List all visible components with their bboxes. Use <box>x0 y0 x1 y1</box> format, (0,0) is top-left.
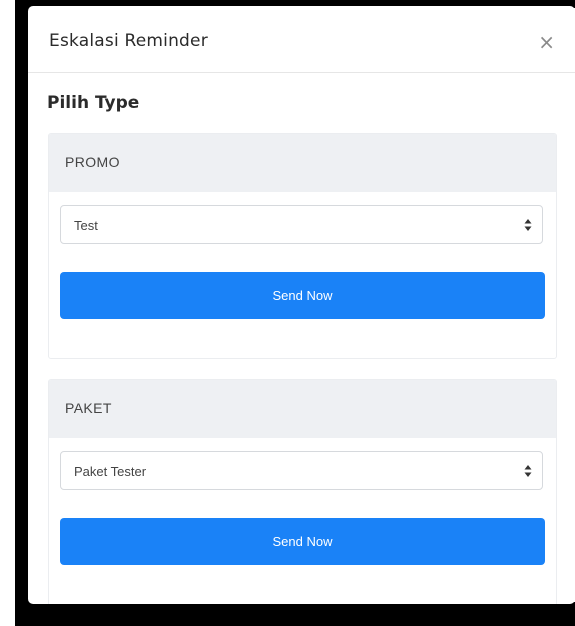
close-icon[interactable]: × <box>538 32 555 52</box>
promo-card: PROMO Test Send Now <box>48 133 557 359</box>
promo-select[interactable]: Test <box>60 205 543 244</box>
promo-select-value: Test <box>74 218 98 233</box>
section-title: Pilih Type <box>47 93 140 113</box>
promo-send-now-button[interactable]: Send Now <box>60 272 545 319</box>
promo-card-header: PROMO <box>49 134 556 192</box>
screenshot-frame-bottom <box>15 602 575 626</box>
escalation-reminder-modal: Eskalasi Reminder × Pilih Type PROMO Tes… <box>28 6 575 604</box>
promo-card-title: PROMO <box>65 154 120 170</box>
sort-arrows-icon <box>524 465 532 477</box>
paket-select[interactable]: Paket Tester <box>60 451 543 490</box>
paket-card-title: PAKET <box>65 400 112 416</box>
paket-select-value: Paket Tester <box>74 464 147 479</box>
paket-send-now-button[interactable]: Send Now <box>60 518 545 565</box>
modal-title: Eskalasi Reminder <box>49 31 208 51</box>
paket-card: PAKET Paket Tester Send Now <box>48 379 557 604</box>
paket-card-header: PAKET <box>49 380 556 438</box>
modal-header: Eskalasi Reminder × <box>28 6 575 73</box>
sort-arrows-icon <box>524 219 532 231</box>
